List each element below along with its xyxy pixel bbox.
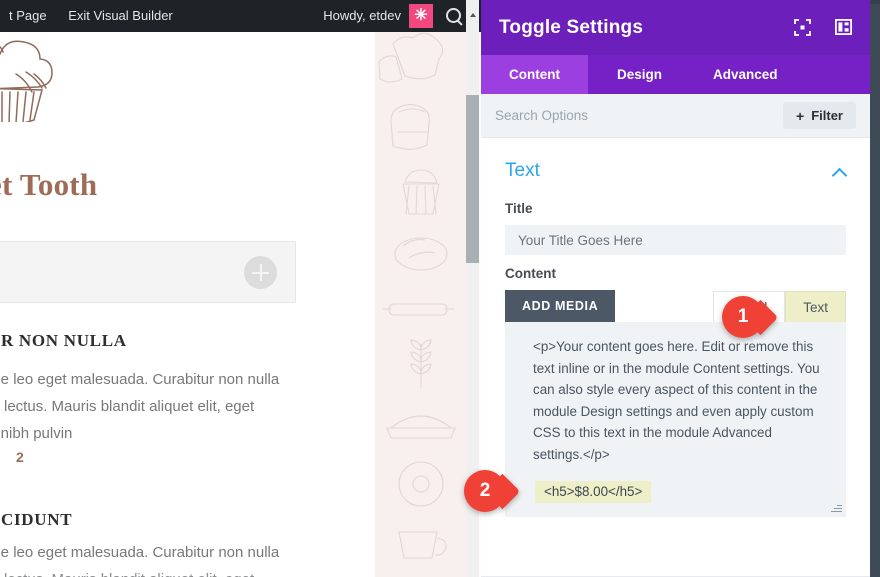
title-field-label: Title [505, 201, 846, 216]
right-edge-top [870, 0, 880, 4]
title-field-group: Title [481, 190, 870, 255]
page-scrollbar-thumb[interactable] [466, 95, 479, 263]
plus-circle-icon[interactable] [244, 256, 277, 289]
annotation-pin-2: 2 [464, 470, 516, 512]
section-price-1: 2 [16, 449, 24, 465]
content-code-price-line: <h5>$8.00</h5> [535, 481, 651, 503]
page-title: et Tooth [0, 167, 97, 203]
background-pattern [375, 32, 466, 577]
section-heading-2: NCIDUNT [0, 510, 72, 530]
content-field-group: Content ADD MEDIA Visual Text <p>Your co… [481, 255, 870, 517]
wp-admin-bar: t Page Exit Visual Builder Howdy, etdev … [0, 0, 481, 32]
annotation-number-2: 2 [464, 470, 506, 512]
admin-bar-item-exit-visual-builder[interactable]: Exit Visual Builder [59, 0, 182, 32]
visual-builder-page: et Tooth UR NON NULLA gue leo eget males… [0, 0, 481, 577]
modal-header: Toggle Settings [481, 0, 870, 55]
admin-bar-right: Howdy, etdev ✳ [323, 0, 463, 32]
panel-layout-icon[interactable] [835, 19, 852, 36]
title-input[interactable] [505, 225, 846, 255]
admin-bar-left: t Page Exit Visual Builder [0, 0, 182, 32]
plus-icon: + [796, 109, 804, 123]
screenshot-root: et Tooth UR NON NULLA gue leo eget males… [0, 0, 880, 577]
chevron-up-icon[interactable] [833, 165, 846, 178]
search-input[interactable] [495, 108, 783, 123]
module-settings-modal: Toggle Settings [481, 0, 870, 577]
editor-toolbar: ADD MEDIA Visual Text [505, 290, 846, 322]
module-placeholder[interactable] [0, 241, 296, 303]
add-media-button[interactable]: ADD MEDIA [505, 290, 615, 322]
content-textarea[interactable]: <p>Your content goes here. Edit or remov… [505, 322, 846, 517]
cupcake-illustration [0, 34, 96, 120]
annotation-pin-1: 1 [722, 296, 774, 338]
modal-body: Text Title Content ADD MEDIA Visual Text [481, 138, 870, 577]
focus-mode-icon[interactable] [794, 19, 811, 36]
page-scroll-up-button[interactable] [466, 0, 479, 32]
tab-design[interactable]: Design [588, 55, 691, 94]
section-body-2-overflow: ac lectus. Mauris blandit aliquet elit, … [0, 566, 314, 577]
avatar[interactable]: ✳ [409, 4, 433, 28]
filter-button[interactable]: + Filter [783, 102, 856, 129]
modal-tabs: Content Design Advanced [481, 55, 870, 94]
text-section-header[interactable]: Text [481, 138, 870, 190]
section-body-1: gue leo eget malesuada. Curabitur non nu… [0, 366, 314, 447]
tab-content[interactable]: Content [481, 55, 588, 94]
howdy-label[interactable]: Howdy, etdev [323, 0, 401, 32]
editor-tab-text[interactable]: Text [785, 291, 846, 322]
section-heading-1: UR NON NULLA [0, 331, 127, 351]
search-options-row: + Filter [481, 94, 870, 138]
modal-header-icons [794, 19, 852, 36]
modal-title: Toggle Settings [499, 17, 643, 39]
pattern-doodles [375, 32, 466, 577]
admin-bar-item-page[interactable]: t Page [0, 0, 56, 32]
search-icon[interactable] [445, 7, 463, 25]
content-code-paragraph: <p>Your content goes here. Edit or remov… [533, 336, 824, 465]
tab-advanced[interactable]: Advanced [691, 55, 800, 94]
right-edge-strip [870, 0, 880, 577]
filter-button-label: Filter [811, 108, 843, 123]
section-body-2: gue leo eget malesuada. Curabitur non nu… [0, 539, 314, 566]
textarea-resize-handle[interactable] [830, 501, 842, 513]
text-section-title: Text [505, 160, 540, 182]
content-field-label: Content [505, 266, 846, 281]
annotation-number-1: 1 [722, 296, 764, 338]
